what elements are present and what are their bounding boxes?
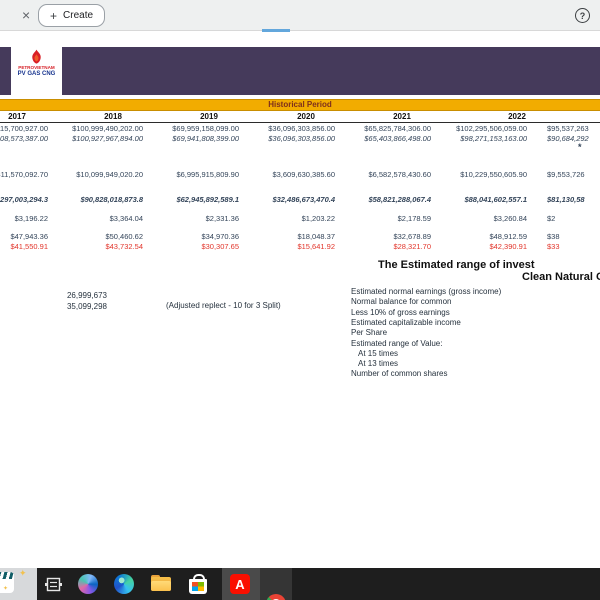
cell: $10,229,550,605.90 — [460, 170, 527, 179]
cell: $3,364.04 — [109, 214, 143, 223]
cell: $98,271,153,163.00 — [460, 134, 527, 143]
cell: $41,550.91 — [10, 242, 48, 251]
sparkle-icon: ✦ — [3, 586, 9, 592]
estimate-item: At 15 times — [358, 348, 399, 358]
cell: $10,099,949,020.20 — [76, 170, 143, 179]
cell: $69,941,808,399.00 — [172, 134, 239, 143]
cell: $65,403,866,498.00 — [364, 134, 431, 143]
cell: $33 — [547, 242, 560, 251]
cell: $36,096,303,856.00 — [268, 124, 335, 133]
copilot-icon[interactable] — [78, 574, 98, 594]
table-row: 5,297,003,294.3 $90,828,018,873.8 $62,945,… — [0, 195, 600, 205]
estimate-title-line1: The Estimated range of invest — [378, 259, 535, 271]
sparkle-icon: ✦ — [19, 568, 27, 578]
cell: $81,130,58 — [547, 195, 585, 204]
task-view-icon[interactable] — [45, 577, 62, 592]
help-icon[interactable]: ? — [575, 8, 590, 23]
flame-icon — [32, 49, 41, 64]
cell: $102,295,506,059.00 — [456, 124, 527, 133]
estimate-item: Estimated range of Value: — [351, 338, 443, 348]
close-tab-icon[interactable]: × — [22, 7, 30, 23]
cell: $69,959,158,099.00 — [172, 124, 239, 133]
cell: $2 — [547, 214, 556, 223]
estimate-item: Less 10% of gross earnings — [351, 307, 450, 317]
year-header-row: 2017 2018 2019 2020 2021 2022 — [0, 111, 600, 123]
active-app-indicator — [262, 29, 290, 32]
cell: 811,570,092.70 — [0, 170, 48, 179]
cell: $88,041,602,557.1 — [464, 195, 527, 204]
file-explorer-icon[interactable] — [151, 574, 171, 592]
cell: $6,582,578,430.60 — [368, 170, 431, 179]
cell: $6,995,915,809.90 — [176, 170, 239, 179]
estimate-item: Per Share — [351, 328, 388, 338]
screen: × + Create ? PETROVIETNAM PV GAS CNG His… — [0, 0, 600, 600]
year-header: 2017 — [8, 112, 26, 121]
table-row: $41,550.91 $43,732.54 $30,307.65 $15,641.92… — [0, 242, 600, 252]
cell: $50,460.62 — [105, 232, 143, 241]
plus-icon: + — [50, 8, 58, 23]
table-row: 811,570,092.70 $10,099,949,020.20 $6,995,9… — [0, 170, 600, 180]
share-count-1: 26,999,673 — [66, 291, 107, 300]
cell: $47,943.36 — [10, 232, 48, 241]
cell: $38 — [547, 232, 560, 241]
year-header: 2022 — [508, 112, 526, 121]
year-header: 2018 — [104, 112, 122, 121]
cell: $42,390.91 — [489, 242, 527, 251]
cell: $100,999,490,202.00 — [72, 124, 143, 133]
cell: $2,178.59 — [397, 214, 431, 223]
cell: $32,486,673,470.4 — [272, 195, 335, 204]
cell: $62,945,892,589.1 — [176, 195, 239, 204]
brand-band — [0, 47, 600, 95]
edge-icon[interactable] — [114, 574, 134, 594]
estimate-item: Estimated capitalizable income — [351, 317, 461, 327]
cell: $36,096,303,856.00 — [268, 134, 335, 143]
cell: $100,927,967,894.00 — [72, 134, 143, 143]
cell: $32,678.89 — [393, 232, 431, 241]
cell: $43,732.54 — [105, 242, 143, 251]
logo-line2: PV GAS CNG — [17, 71, 56, 77]
cell: $90,828,018,873.8 — [80, 195, 143, 204]
historical-period-banner: Historical Period — [0, 99, 600, 111]
share-count-2: 35,099,298 — [66, 302, 107, 311]
cell: $28,321.70 — [393, 242, 431, 251]
cell: $90,684,292 — [547, 134, 589, 143]
pv-gas-logo: PETROVIETNAM PV GAS CNG — [11, 47, 62, 95]
cell: $95,537,263 — [547, 124, 589, 133]
cell: $1,203.22 — [301, 214, 335, 223]
cell: 115,700,927.00 — [0, 124, 48, 133]
cell: $3,609,630,385.60 — [272, 170, 335, 179]
cell: $58,821,288,067.4 — [368, 195, 431, 204]
table-row: 108,573,387.00 $100,927,967,894.00 $69,941… — [0, 134, 600, 144]
cell: $48,912.59 — [489, 232, 527, 241]
table-row: $47,943.36 $50,460.62 $34,970.36 $18,048.37… — [0, 232, 600, 242]
cell: $18,048.37 — [297, 232, 335, 241]
cell: $2,331.36 — [205, 214, 239, 223]
cell: $65,825,784,306.00 — [364, 124, 431, 133]
estimate-item: Number of common shares — [351, 369, 448, 379]
cell: $15,641.92 — [297, 242, 335, 251]
cell: $3,196.22 — [14, 214, 48, 223]
taskbar-tile-clipchamp[interactable]: ✦ ✦ — [0, 568, 37, 600]
year-header: 2020 — [297, 112, 315, 121]
split-adjustment-note: (Adjusted replect - 10 for 3 Split) — [166, 301, 281, 310]
year-header: 2021 — [393, 112, 411, 121]
estimate-item: Estimated normal earnings (gross income) — [351, 287, 502, 296]
cell: 108,573,387.00 — [0, 134, 48, 143]
table-row: $3,196.22 $3,364.04 $2,331.36 $1,203.22 $2,1… — [0, 214, 600, 224]
estimate-item: At 13 times — [358, 359, 399, 369]
browser-tab-bar: × + Create ? — [0, 0, 600, 31]
table-row: 115,700,927.00 $100,999,490,202.00 $69,959… — [0, 124, 600, 134]
create-tab-label: Create — [63, 10, 94, 21]
year-header: 2019 — [200, 112, 218, 121]
create-tab-button[interactable]: + Create — [38, 4, 106, 27]
estimate-title-line2: Clean Natural Gas — [522, 271, 600, 283]
cell: $30,307.65 — [201, 242, 239, 251]
microsoft-store-icon[interactable] — [189, 574, 207, 594]
acrobat-icon[interactable] — [230, 574, 250, 594]
cell: $3,260.84 — [493, 214, 527, 223]
cell: 5,297,003,294.3 — [0, 195, 48, 204]
cell: $9,553,726 — [547, 170, 585, 179]
cell: $34,970.36 — [201, 232, 239, 241]
estimate-item: Normal balance for common — [351, 297, 452, 307]
